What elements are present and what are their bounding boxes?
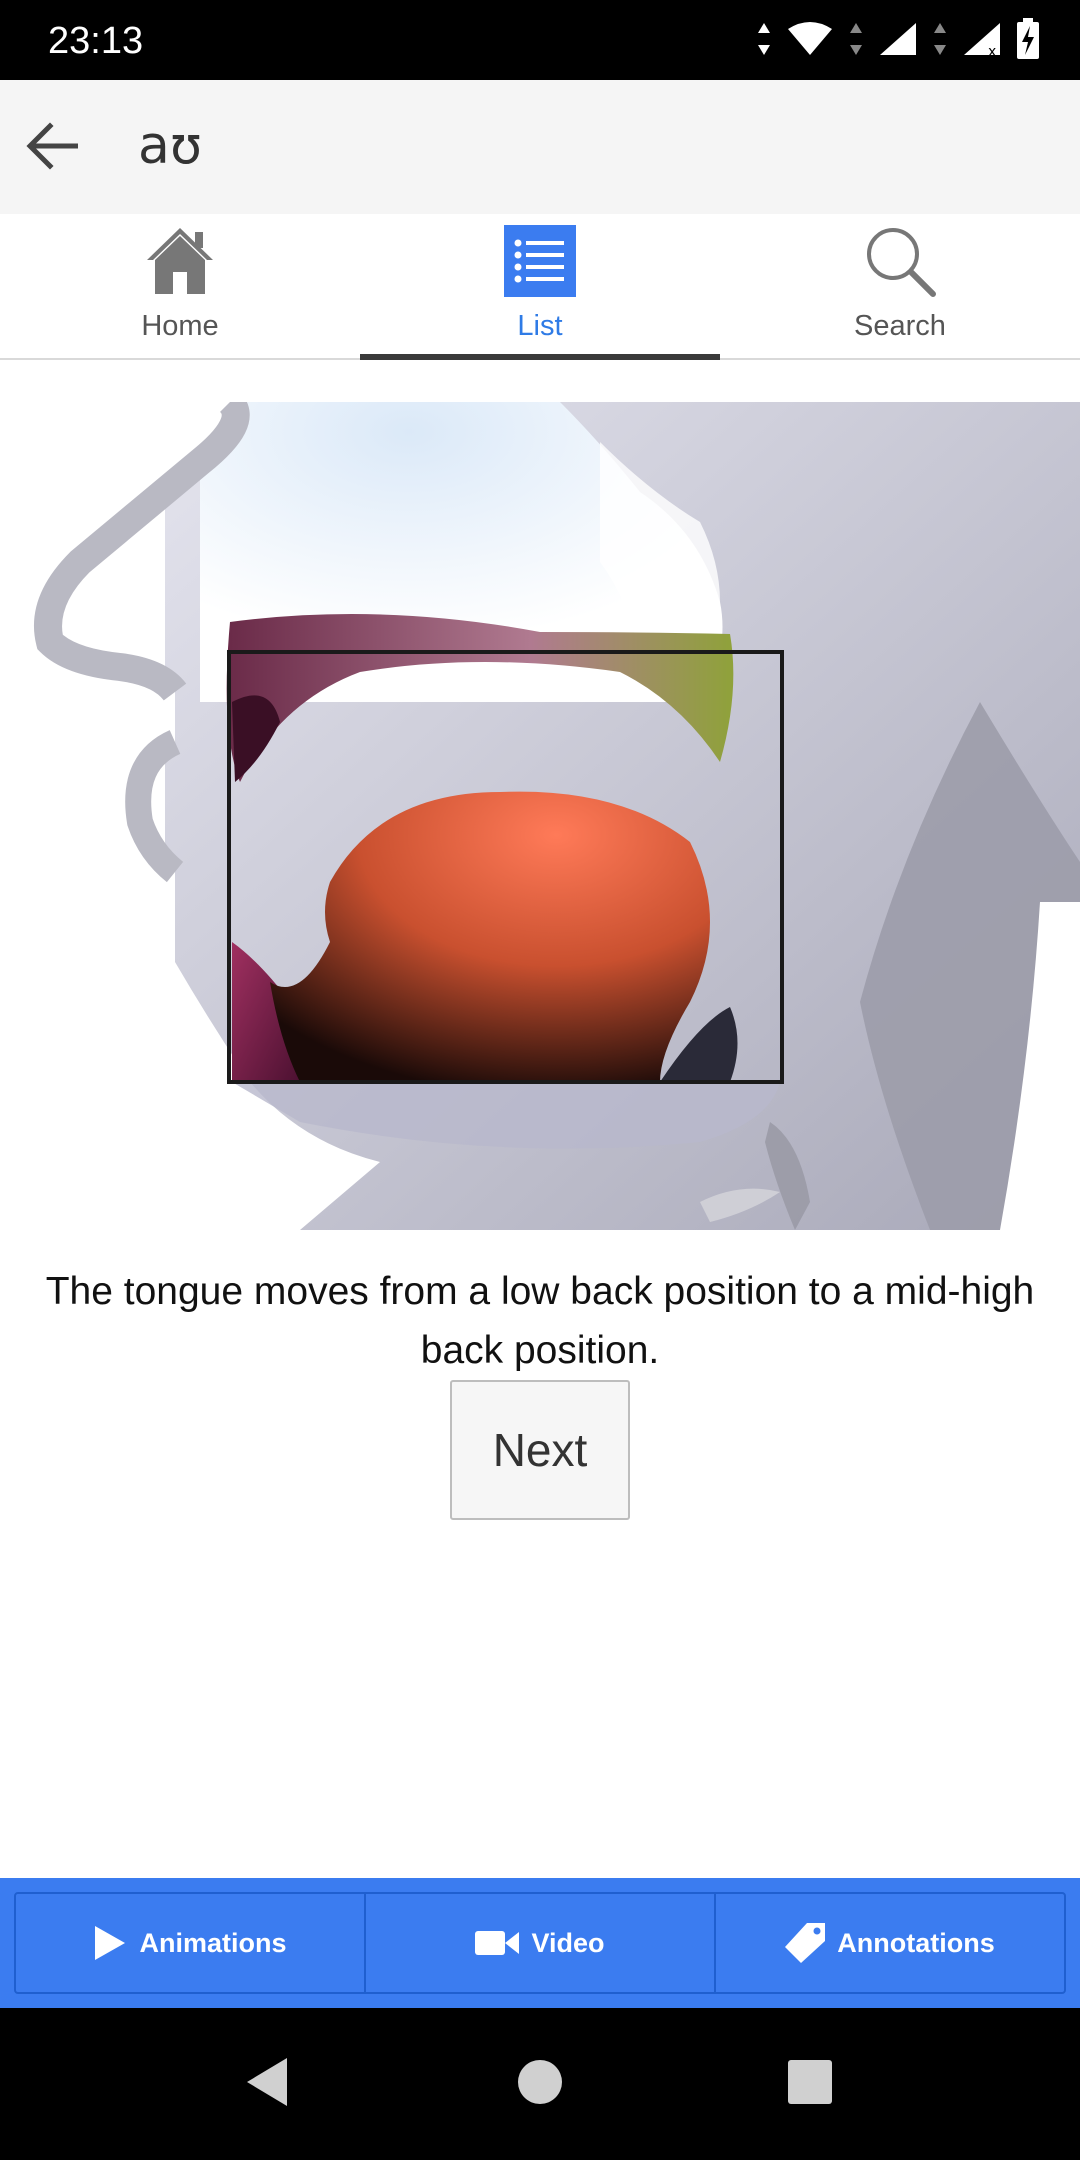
bottom-toolbar: Animations Video Annotations — [0, 1878, 1080, 2008]
data-arrows-icon-3 — [932, 21, 948, 62]
video-camera-icon — [475, 1929, 520, 1957]
data-arrows-icon-2 — [848, 21, 864, 62]
annotations-label: Annotations — [837, 1927, 995, 1958]
animations-button[interactable]: Animations — [16, 1894, 366, 1992]
play-icon — [93, 1924, 127, 1962]
list-icon — [503, 224, 577, 298]
signal-no-service-icon: x — [962, 21, 1002, 62]
signal-icon — [878, 21, 918, 62]
nav-tabs: Home List Search — [0, 214, 1080, 360]
annotations-button[interactable]: Annotations — [716, 1894, 1064, 1992]
tab-search-label: Search — [854, 310, 946, 342]
battery-icon — [1016, 17, 1040, 65]
square-recents-icon — [786, 2058, 834, 2111]
tag-icon — [785, 1923, 826, 1963]
next-button[interactable]: Next — [450, 1380, 630, 1520]
system-nav-bar — [0, 2008, 1080, 2160]
wifi-icon — [786, 21, 834, 62]
tab-home[interactable]: Home — [0, 214, 360, 358]
description-text: The tongue moves from a low back positio… — [45, 1270, 1035, 1372]
vocal-tract-illustration — [0, 402, 1080, 1230]
status-bar: 23:13 x — [0, 0, 1080, 80]
search-icon — [863, 224, 937, 298]
bottom-toolbar-group: Animations Video Annotations — [14, 1892, 1066, 1994]
triangle-back-icon — [243, 2056, 291, 2113]
svg-text:x: x — [988, 44, 996, 57]
arrow-left-icon — [26, 121, 79, 175]
app-bar: aʊ — [0, 80, 1080, 214]
nav-home-button[interactable] — [504, 2048, 576, 2120]
tab-search[interactable]: Search — [720, 214, 1080, 358]
home-icon — [143, 224, 217, 298]
tab-list-label: List — [517, 310, 563, 342]
nav-back-button[interactable] — [231, 2048, 303, 2120]
tab-home-label: Home — [141, 310, 219, 342]
status-icons: x — [756, 16, 1040, 66]
animations-label: Animations — [139, 1927, 287, 1958]
data-arrows-icon — [756, 21, 772, 62]
back-button[interactable] — [14, 110, 90, 186]
video-label: Video — [531, 1927, 605, 1958]
nav-recents-button[interactable] — [774, 2048, 846, 2120]
page-title: aʊ — [138, 116, 202, 176]
tab-list[interactable]: List — [360, 214, 720, 360]
video-button[interactable]: Video — [366, 1894, 716, 1992]
circle-home-icon — [516, 2058, 564, 2111]
status-time: 23:13 — [48, 20, 144, 62]
